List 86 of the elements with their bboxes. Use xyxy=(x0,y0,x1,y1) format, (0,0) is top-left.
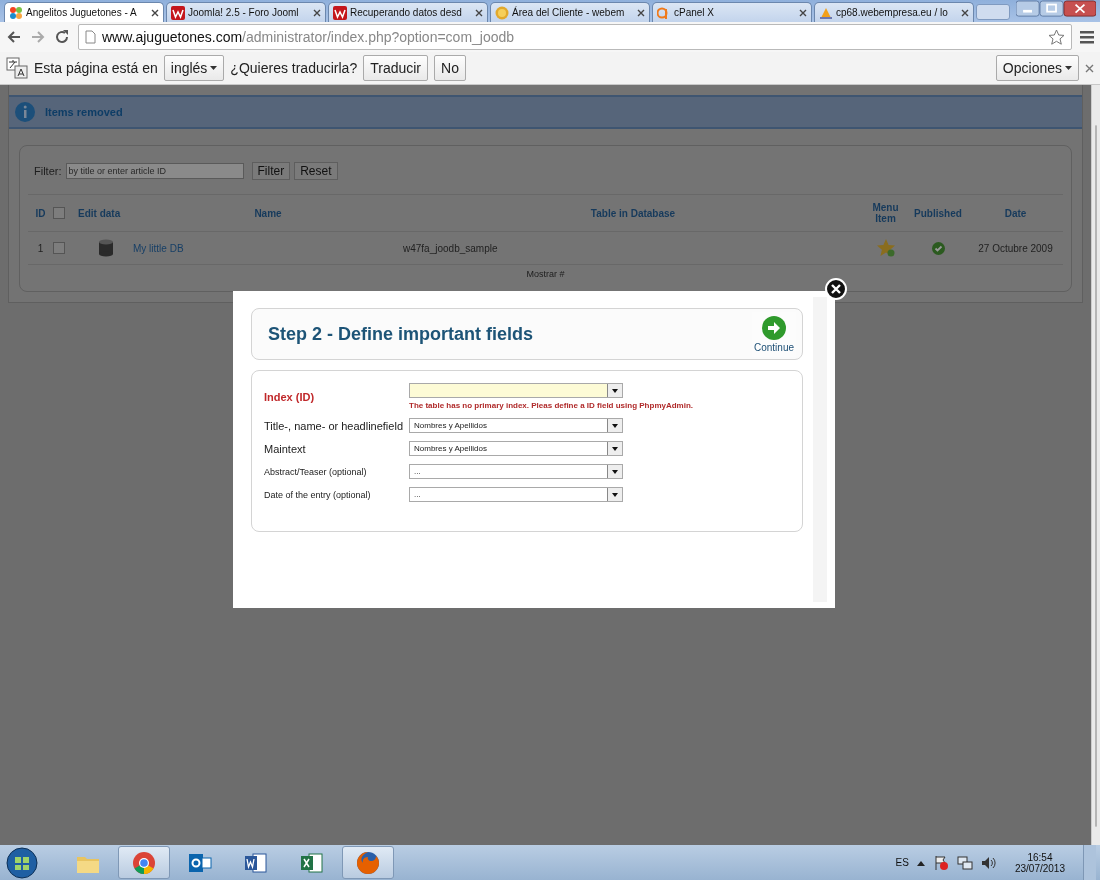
column-header: ID xyxy=(34,207,47,219)
close-icon[interactable] xyxy=(151,8,159,17)
select-all-checkbox[interactable] xyxy=(53,207,65,219)
language-indicator[interactable]: ES xyxy=(895,857,909,868)
language-dropdown[interactable]: inglés xyxy=(163,55,225,81)
w-icon xyxy=(171,5,185,20)
filter-button[interactable]: Reset xyxy=(294,162,338,180)
close-icon[interactable] xyxy=(799,8,807,17)
translate-message: Esta página está en xyxy=(34,60,158,76)
modal-title: Step 2 - Define important fields xyxy=(268,323,534,345)
field-label: Date of the entry (optional) xyxy=(264,489,372,500)
field-label: Abstract/Teaser (optional) xyxy=(264,466,368,477)
filter-button[interactable]: Filter xyxy=(251,162,291,180)
select-field[interactable]: ... xyxy=(409,464,623,479)
column-header: Table in Database xyxy=(589,207,677,219)
close-icon[interactable] xyxy=(961,8,969,17)
reload-icon[interactable] xyxy=(54,29,70,45)
column-header: Edit data xyxy=(78,207,122,219)
caret-icon xyxy=(607,442,622,455)
arrow-right-icon xyxy=(762,315,786,340)
menu-icon[interactable] xyxy=(1080,30,1094,44)
browser-tab[interactable]: Angelitos Juguetones - A xyxy=(4,2,164,22)
error-message: The table has no primary index. Pleas define a ID field using PhpmyAdmin. xyxy=(409,401,695,410)
flag-icon[interactable] xyxy=(932,854,949,871)
info-icon xyxy=(15,102,35,122)
caret-icon xyxy=(607,488,622,501)
filter-label: Filter: xyxy=(34,165,62,177)
network-icon[interactable] xyxy=(956,854,973,871)
start-button[interactable] xyxy=(4,845,40,880)
back-icon[interactable] xyxy=(6,29,22,45)
scrollbar[interactable] xyxy=(1091,85,1100,845)
browser-tab[interactable]: Recuperando datos desd xyxy=(328,2,488,22)
translate-button[interactable]: Traducir xyxy=(363,55,428,81)
close-icon[interactable] xyxy=(475,8,483,17)
table-cell-text: 27 Octubre 2009 xyxy=(977,242,1054,254)
window-controls-drawing[interactable] xyxy=(1016,0,1096,18)
translate-icon xyxy=(6,57,28,79)
clock-time[interactable]: 16:54 xyxy=(1027,851,1053,863)
row-checkbox[interactable] xyxy=(53,242,65,254)
coin-icon xyxy=(495,5,509,20)
message-text: Items removed xyxy=(45,106,123,118)
clock-date[interactable]: 23/07/2013 xyxy=(1014,862,1065,874)
chrome-icon xyxy=(131,849,157,876)
caret-icon xyxy=(1065,66,1072,70)
browser-tab[interactable]: cPanel X xyxy=(652,2,812,22)
translate-button[interactable]: No xyxy=(434,55,466,81)
options-dropdown[interactable]: Opciones xyxy=(995,55,1079,81)
address-bar[interactable]: www.ajuguetones.com/administrator/index.php?option=com_joodb xyxy=(78,24,1072,50)
caret-icon xyxy=(607,465,622,478)
check-icon[interactable] xyxy=(931,241,945,255)
url-host: www.ajuguetones.com xyxy=(102,29,243,45)
browser-tab[interactable]: Joomla! 2.5 - Foro Jooml xyxy=(166,2,326,22)
select-field[interactable]: ... xyxy=(409,487,623,502)
browser-tab[interactable]: cp68.webempresa.eu / lo xyxy=(814,2,974,22)
taskbar-app[interactable] xyxy=(342,846,394,879)
table-cell-text: w47fa_joodb_sample xyxy=(403,242,499,254)
w-icon xyxy=(333,5,347,20)
select-field[interactable]: Nombres y Apellidos xyxy=(409,418,623,433)
browser-tab[interactable]: Área del Cliente - webem xyxy=(490,2,650,22)
caret-up-icon[interactable] xyxy=(916,859,925,866)
pagination-label: Mostrar # xyxy=(525,268,566,281)
column-header: Date xyxy=(1003,207,1028,219)
field-label: Title-, name- or headlinefield xyxy=(264,419,404,432)
caret-icon xyxy=(607,384,622,397)
field-label: Maintext xyxy=(264,442,307,455)
star-icon[interactable] xyxy=(875,238,896,258)
column-header: Menu Item xyxy=(871,202,900,224)
caret-icon xyxy=(210,66,218,70)
close-button[interactable] xyxy=(825,278,847,300)
close-icon[interactable] xyxy=(313,8,321,17)
field-label: Index (ID) xyxy=(264,390,316,403)
taskbar-app[interactable] xyxy=(118,846,170,879)
star-icon[interactable] xyxy=(1048,28,1065,46)
translate-question: ¿Quieres traducirla? xyxy=(230,60,358,76)
url-path: /administrator/index.php?option=com_joodb xyxy=(242,29,515,45)
caret-icon xyxy=(607,419,622,432)
table-cell-text: 1 xyxy=(36,242,45,254)
page-icon xyxy=(85,30,96,44)
firefox-icon xyxy=(355,849,381,876)
column-header: Name xyxy=(253,207,283,219)
select-field[interactable]: Nombres y Apellidos xyxy=(409,441,623,456)
close-icon[interactable] xyxy=(637,8,645,17)
select-field[interactable] xyxy=(409,383,623,398)
filter-field[interactable]: by title or enter article ID xyxy=(65,163,244,179)
column-header: Published xyxy=(913,207,963,219)
database-icon[interactable] xyxy=(97,239,114,257)
